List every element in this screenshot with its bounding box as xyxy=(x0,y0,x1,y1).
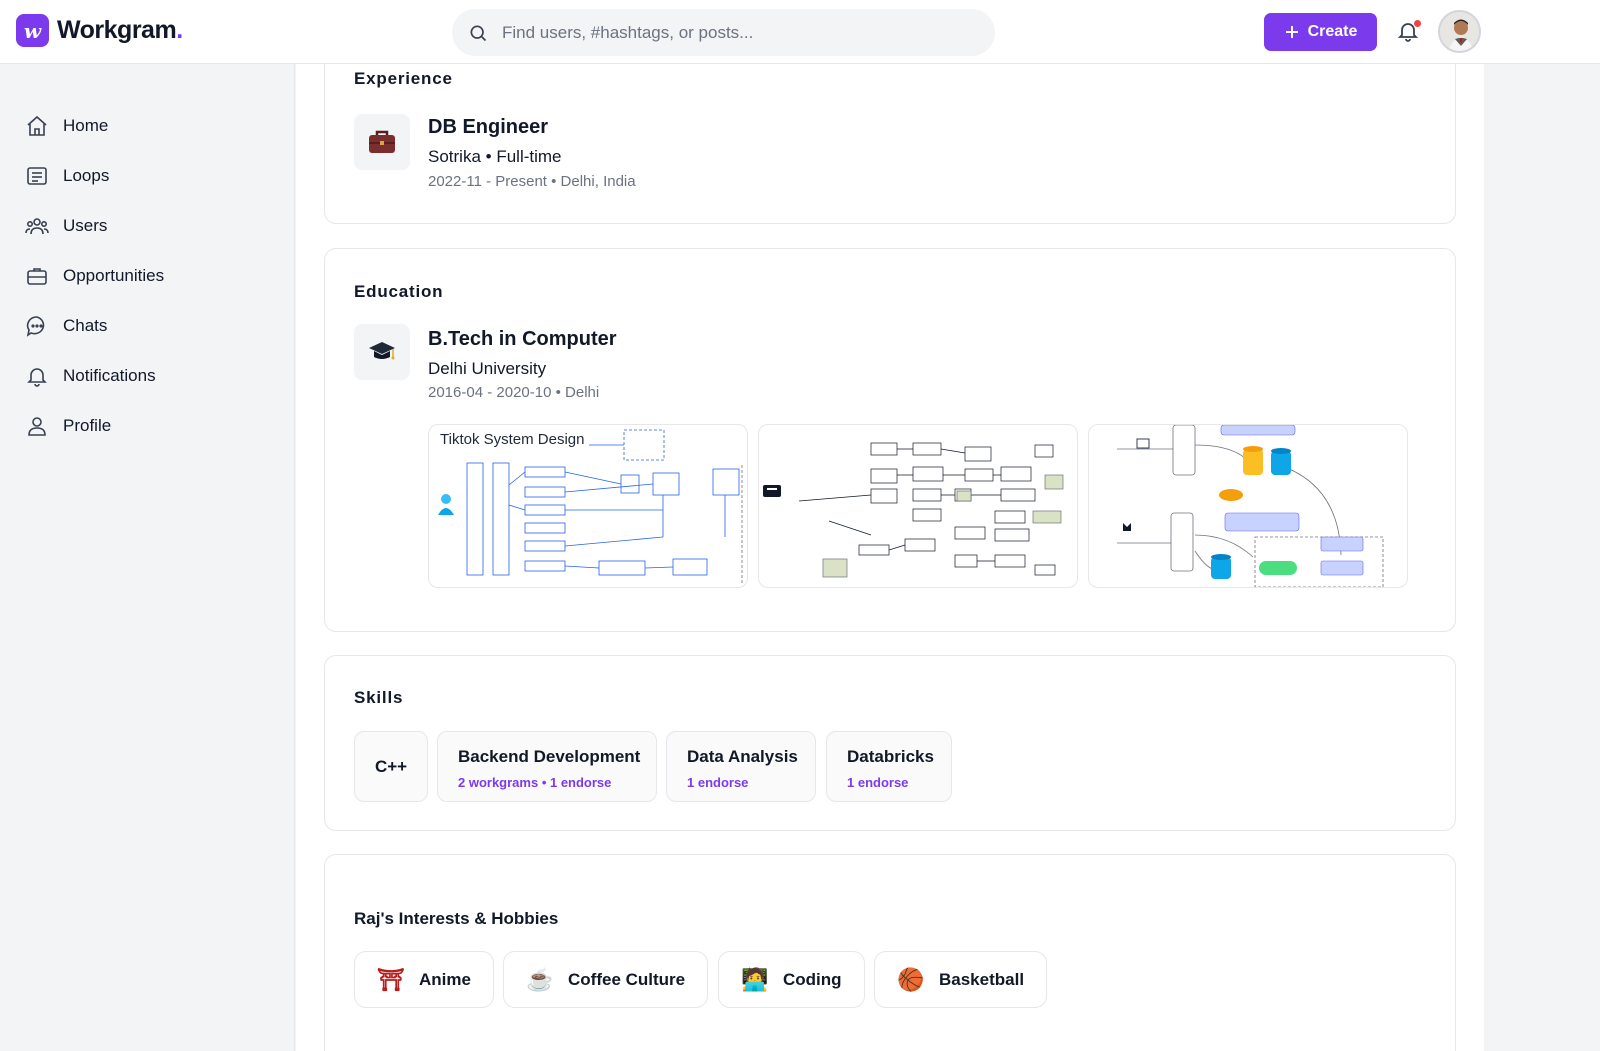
skill-endorsements: 1 endorse xyxy=(847,775,909,790)
interest-chip[interactable]: ⛩ Anime xyxy=(354,951,494,1008)
interest-label: Coding xyxy=(783,969,842,989)
interests-heading: Raj's Interests & Hobbies xyxy=(354,909,559,928)
top-bar: w Workgram. Create xyxy=(0,0,1600,64)
loops-icon xyxy=(27,167,47,185)
basketball-icon: 🏀 xyxy=(897,966,925,992)
interest-label: Coffee Culture xyxy=(568,969,686,989)
sidebar-item-label: Profile xyxy=(63,416,112,435)
skill-name: C++ xyxy=(374,756,408,776)
attachment-caption: Tiktok System Design xyxy=(440,431,585,448)
skill-name: Databricks xyxy=(847,747,934,766)
education-card: Education B.Tech in Computer Delhi Unive… xyxy=(324,248,1456,632)
interest-chip[interactable]: 🧑‍💻 Coding xyxy=(718,951,865,1008)
create-button-label: Create xyxy=(1307,23,1358,40)
avatar-image xyxy=(1440,12,1479,51)
diagram-image xyxy=(763,442,1064,578)
diagram-image xyxy=(438,429,743,585)
sidebar-item-loops[interactable]: Loops xyxy=(25,164,109,188)
app-name: Workgram. xyxy=(57,16,183,44)
app-logo[interactable]: w Workgram. xyxy=(16,14,183,47)
avatar[interactable] xyxy=(1438,10,1481,53)
graduation-cap-icon xyxy=(354,324,410,380)
experience-meta: 2022-11 - Present • Delhi, India xyxy=(428,173,636,190)
users-icon xyxy=(25,218,49,235)
interest-chip[interactable]: 🏀 Basketball xyxy=(874,951,1048,1008)
bell-icon xyxy=(27,368,47,387)
torii-gate-icon: ⛩ xyxy=(377,966,405,992)
interest-label: Anime xyxy=(419,969,471,989)
sidebar-item-label: Notifications xyxy=(63,366,156,385)
skills-card: Skills C++ Backend Development 2 workgra… xyxy=(324,655,1456,831)
home-icon xyxy=(27,115,47,136)
briefcase-icon xyxy=(27,268,47,285)
sidebar: Home Loops Users Opportunities Chats Not… xyxy=(0,64,295,1051)
skill-name: Backend Development xyxy=(458,747,641,766)
skill-endorsements: 1 endorse xyxy=(687,775,749,790)
notification-dot xyxy=(1414,20,1421,27)
sidebar-item-users[interactable]: Users xyxy=(25,214,107,238)
education-degree: B.Tech in Computer xyxy=(428,328,617,350)
sidebar-item-home[interactable]: Home xyxy=(25,114,108,138)
sidebar-item-chats[interactable]: Chats xyxy=(25,314,107,338)
search-bar[interactable] xyxy=(452,9,995,56)
plus-icon xyxy=(1285,26,1298,38)
skill-chip[interactable]: Data Analysis 1 endorse xyxy=(666,731,816,802)
sidebar-item-notifications[interactable]: Notifications xyxy=(25,364,156,388)
search-icon xyxy=(470,25,487,41)
education-heading: Education xyxy=(354,282,444,301)
sidebar-item-opportunities[interactable]: Opportunities xyxy=(25,264,164,288)
attachment-thumbnail[interactable] xyxy=(1088,424,1408,588)
sidebar-item-label: Chats xyxy=(63,316,108,335)
coffee-icon: ☕ xyxy=(526,966,554,992)
skills-heading: Skills xyxy=(354,688,404,707)
sidebar-item-label: Users xyxy=(63,216,108,235)
user-icon xyxy=(28,417,46,436)
skill-endorsements: 2 workgrams • 1 endorse xyxy=(458,775,612,790)
coder-icon: 🧑‍💻 xyxy=(741,966,769,992)
briefcase-icon xyxy=(354,114,410,170)
attachment-thumbnail[interactable]: Tiktok System Design xyxy=(428,424,748,588)
experience-company: Sotrika • Full-time xyxy=(428,147,562,166)
sidebar-item-label: Loops xyxy=(63,166,110,185)
chat-icon xyxy=(26,316,45,337)
sidebar-item-label: Home xyxy=(63,116,109,135)
search-input[interactable] xyxy=(502,22,942,43)
education-school: Delhi University xyxy=(428,359,547,378)
skill-chip[interactable]: Backend Development 2 workgrams • 1 endo… xyxy=(437,731,657,802)
interest-chip[interactable]: ☕ Coffee Culture xyxy=(503,951,709,1008)
experience-card: Experience DB Engineer Sotrika • Full-ti… xyxy=(324,64,1456,224)
attachment-thumbnail[interactable] xyxy=(758,424,1078,588)
experience-role: DB Engineer xyxy=(428,116,549,138)
skill-chip[interactable]: Databricks 1 endorse xyxy=(826,731,952,802)
create-button[interactable]: Create xyxy=(1264,13,1377,51)
profile-main: Experience DB Engineer Sotrika • Full-ti… xyxy=(296,64,1484,1051)
diagram-image xyxy=(1117,425,1384,587)
education-meta: 2016-04 - 2020-10 • Delhi xyxy=(428,384,600,401)
sidebar-item-profile[interactable]: Profile xyxy=(25,414,111,438)
sidebar-item-label: Opportunities xyxy=(63,266,165,285)
interests-card: Raj's Interests & Hobbies ⛩ Anime ☕ Coff… xyxy=(324,854,1456,1051)
skill-name: Data Analysis xyxy=(687,747,798,766)
experience-heading: Experience xyxy=(354,69,453,88)
notifications-bell-button[interactable] xyxy=(1396,18,1422,46)
interest-label: Basketball xyxy=(939,969,1025,989)
logo-mark: w xyxy=(16,14,49,47)
skill-chip[interactable]: C++ xyxy=(354,731,428,802)
